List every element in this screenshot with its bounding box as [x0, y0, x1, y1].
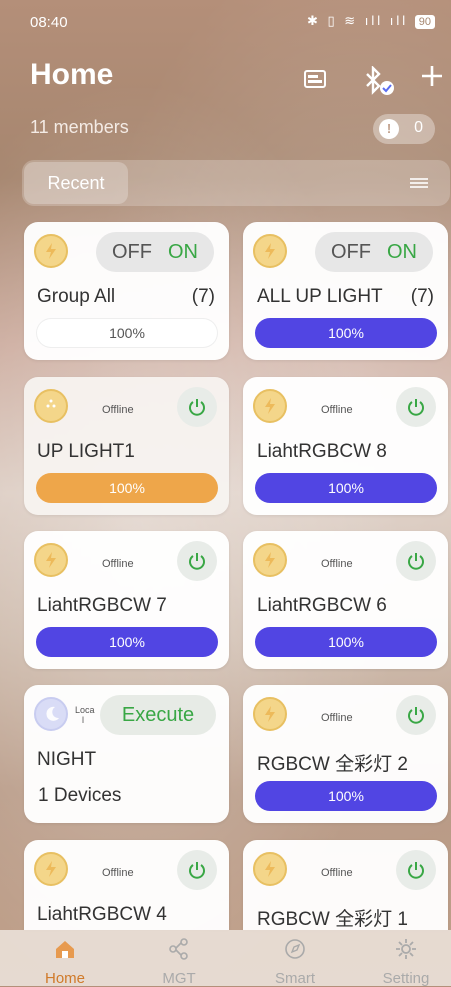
- group-card-all[interactable]: OFF ON Group All (7) 100%: [24, 222, 229, 360]
- alert-icon: !: [379, 119, 399, 139]
- brightness-bar[interactable]: 100%: [36, 627, 218, 657]
- device-card-rgbcw-color1[interactable]: Offline RGBCW 全彩灯 1: [243, 840, 448, 930]
- brightness-bar[interactable]: 100%: [255, 473, 437, 503]
- moon-icon: [34, 697, 68, 731]
- power-button[interactable]: [177, 387, 217, 427]
- on-label[interactable]: ON: [168, 232, 198, 272]
- home-icon: [54, 938, 76, 964]
- status-icons: ✱ ▯ ≋ ıll ıll 90: [307, 13, 435, 29]
- offline-label: Offline: [321, 558, 353, 570]
- local-label: Loca l: [75, 705, 95, 725]
- on-off-switch[interactable]: OFF ON: [315, 232, 433, 272]
- offline-label: Offline: [321, 404, 353, 416]
- power-button[interactable]: [396, 695, 436, 735]
- page-title: Home: [30, 58, 114, 91]
- offline-label: Offline: [321, 867, 353, 879]
- status-icon-row: ✱ ▯ ≋ ıll ıll: [306, 13, 409, 28]
- device-card-rgbcw7[interactable]: Offline LiahtRGBCW 7 100%: [24, 531, 229, 669]
- device-card-rgbcw6[interactable]: Offline LiahtRGBCW 6 100%: [243, 531, 448, 669]
- devices-count: 1 Devices: [38, 785, 122, 806]
- compass-icon: [284, 938, 306, 964]
- bulb-icon: [253, 543, 287, 577]
- on-off-switch[interactable]: OFF ON: [96, 232, 214, 272]
- off-label[interactable]: OFF: [331, 232, 371, 272]
- card-name: LiahtRGBCW 7: [37, 595, 167, 616]
- brightness-bar[interactable]: 100%: [255, 627, 437, 657]
- members-count: 11 members: [30, 117, 129, 137]
- group-card-all-up-light[interactable]: OFF ON ALL UP LIGHT (7) 100%: [243, 222, 448, 360]
- bulb-icon: [253, 852, 287, 886]
- card-name: UP LIGHT1: [37, 441, 135, 462]
- card-name: ALL UP LIGHT: [257, 286, 383, 307]
- add-icon[interactable]: [420, 64, 444, 93]
- bottom-tab-bar: Home MGT Smart Setting: [0, 930, 451, 987]
- card-name: Group All: [37, 286, 116, 307]
- card-count: (7): [191, 286, 215, 307]
- card-name: LiahtRGBCW 6: [257, 595, 387, 616]
- bulb-icon: [34, 543, 68, 577]
- tab-recent[interactable]: Recent: [24, 162, 128, 204]
- tab-label: Home: [44, 970, 85, 987]
- battery-icon: 90: [414, 15, 435, 29]
- card-name: RGBCW 全彩灯 2: [257, 754, 408, 775]
- power-button[interactable]: [396, 387, 436, 427]
- device-card-rgbcw-color2[interactable]: Offline RGBCW 全彩灯 2 100%: [243, 685, 448, 823]
- tab-label: MGT: [162, 970, 196, 987]
- bulb-icon: [34, 852, 68, 886]
- device-card-up-light1[interactable]: Offline UP LIGHT1 100%: [24, 377, 229, 515]
- on-label[interactable]: ON: [387, 232, 417, 272]
- card-name: LiahtRGBCW 8: [257, 441, 387, 462]
- tab-label: Setting: [382, 970, 430, 987]
- tab-home[interactable]: Home: [20, 930, 110, 987]
- device-card-rgbcw8[interactable]: Offline LiahtRGBCW 8 100%: [243, 377, 448, 515]
- offline-label: Offline: [102, 558, 134, 570]
- notification-count: 0: [414, 119, 423, 136]
- status-bar: 08:40 ✱ ▯ ≋ ıll ıll 90: [0, 0, 451, 46]
- bluetooth-check-icon[interactable]: [363, 65, 397, 101]
- tab-smart[interactable]: Smart: [250, 930, 340, 987]
- bulb-icon: [253, 389, 287, 423]
- bulb-icon: [34, 234, 68, 268]
- power-button[interactable]: [396, 850, 436, 890]
- power-button[interactable]: [177, 541, 217, 581]
- brightness-bar[interactable]: 100%: [36, 318, 218, 348]
- tab-setting[interactable]: Setting: [361, 930, 451, 987]
- offline-label: Offline: [102, 867, 134, 879]
- power-button[interactable]: [396, 541, 436, 581]
- share-icon: [168, 938, 190, 964]
- power-button[interactable]: [177, 850, 217, 890]
- offline-label: Offline: [102, 404, 134, 416]
- card-name: RGBCW 全彩灯 1: [257, 909, 408, 930]
- tab-mgt[interactable]: MGT: [134, 930, 224, 987]
- card-view-icon[interactable]: [304, 70, 326, 93]
- card-name: NIGHT: [37, 749, 97, 770]
- bulb-icon: [253, 697, 287, 731]
- offline-label: Offline: [321, 712, 353, 724]
- execute-button[interactable]: Execute: [100, 695, 216, 735]
- card-name: LiahtRGBCW 4: [37, 904, 167, 925]
- gear-icon: [395, 938, 417, 964]
- status-time: 08:40: [30, 14, 68, 31]
- recent-bar: Recent: [22, 160, 450, 206]
- bulb-icon: [34, 389, 68, 423]
- scene-card-night[interactable]: Loca l Execute NIGHT 1 Devices: [24, 685, 229, 823]
- list-icon[interactable]: [410, 178, 428, 188]
- off-label[interactable]: OFF: [112, 232, 152, 272]
- card-count: (7): [410, 286, 434, 307]
- bulb-icon: [253, 234, 287, 268]
- brightness-bar[interactable]: 100%: [255, 318, 437, 348]
- notification-toggle[interactable]: ! 0: [373, 114, 435, 144]
- device-card-rgbcw4[interactable]: Offline LiahtRGBCW 4: [24, 840, 229, 930]
- tab-label: Smart: [274, 970, 315, 987]
- brightness-bar[interactable]: 100%: [36, 473, 218, 503]
- brightness-bar[interactable]: 100%: [255, 781, 437, 811]
